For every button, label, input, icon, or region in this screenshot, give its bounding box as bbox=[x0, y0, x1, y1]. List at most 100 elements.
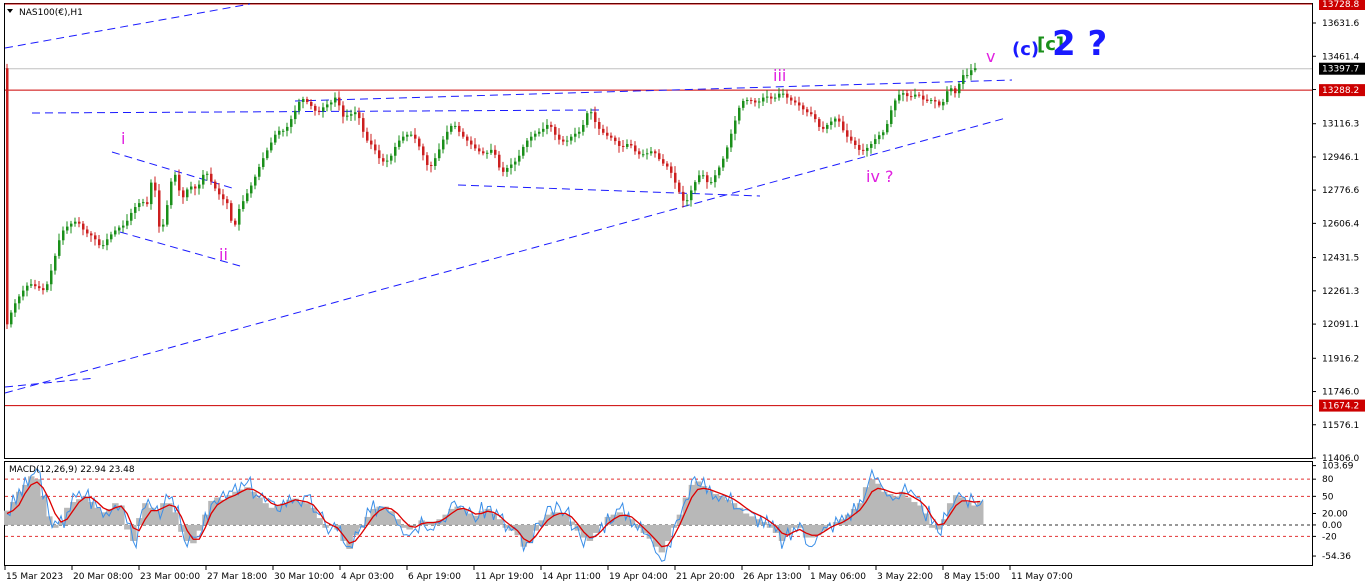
macd-hist-bar bbox=[496, 519, 504, 525]
wave-label-7: 2 ? bbox=[1052, 24, 1107, 64]
candle-body bbox=[774, 97, 777, 99]
candle-body bbox=[478, 148, 481, 152]
macd-hist-bar bbox=[904, 497, 912, 525]
macd-hist-bar bbox=[892, 496, 900, 525]
candle-body bbox=[154, 182, 157, 191]
macd-tick-label: -20 bbox=[1322, 532, 1337, 542]
candle-body bbox=[322, 107, 325, 112]
candle-body bbox=[486, 152, 489, 154]
candle-body bbox=[350, 114, 353, 116]
candle-body bbox=[118, 227, 121, 231]
candle-body bbox=[290, 119, 293, 127]
wave-label-3: iv ? bbox=[866, 167, 894, 186]
candle-body bbox=[918, 94, 921, 96]
candle-body bbox=[606, 132, 609, 136]
candle-body bbox=[690, 190, 693, 201]
candle-body bbox=[626, 144, 629, 147]
candle-body bbox=[54, 255, 57, 271]
candle-body bbox=[894, 100, 897, 111]
candle-body bbox=[650, 151, 653, 154]
candle-body bbox=[326, 104, 329, 108]
candle-body bbox=[702, 175, 705, 177]
candle-body bbox=[38, 286, 41, 289]
price-tick-label: 13116.3 bbox=[1322, 120, 1359, 130]
candle-body bbox=[470, 140, 473, 145]
macd-hist-bar bbox=[658, 524, 666, 553]
candle-body bbox=[402, 136, 405, 141]
price-tick-label: 12606.4 bbox=[1322, 219, 1359, 229]
price-marker-label: 13288.2 bbox=[1322, 86, 1359, 96]
candle-body bbox=[214, 181, 217, 189]
candle-body bbox=[750, 100, 753, 102]
candle-body bbox=[446, 131, 449, 140]
chart-window: 13631.613461.413291.213116.312946.112776… bbox=[0, 0, 1366, 588]
candle-body bbox=[382, 158, 385, 162]
time-tick-label: 27 Mar 18:00 bbox=[207, 572, 267, 582]
candle-body bbox=[482, 151, 485, 154]
candle-body bbox=[318, 110, 321, 112]
price-tick-label: 11916.2 bbox=[1322, 354, 1359, 364]
candle-body bbox=[30, 284, 33, 286]
candle-body bbox=[958, 83, 961, 94]
candle-body bbox=[686, 200, 689, 202]
candle-body bbox=[962, 75, 965, 84]
candle-body bbox=[14, 303, 17, 313]
time-tick-label: 20 Mar 08:00 bbox=[73, 572, 133, 582]
macd-hist-bar bbox=[190, 524, 197, 544]
candle-body bbox=[346, 115, 349, 117]
time-tick-label: 19 Apr 04:00 bbox=[609, 572, 668, 582]
candle-body bbox=[134, 207, 137, 213]
candle-body bbox=[178, 174, 181, 191]
candle-body bbox=[846, 130, 849, 137]
candle-body bbox=[926, 99, 929, 102]
candle-body bbox=[282, 130, 285, 132]
candle-body bbox=[758, 101, 761, 103]
candle-body bbox=[694, 182, 697, 191]
candle-body bbox=[822, 126, 825, 129]
candle-body bbox=[490, 149, 493, 153]
macd-hist-bar bbox=[928, 524, 936, 528]
candle-body bbox=[218, 188, 221, 195]
time-tick-label: 26 Apr 13:00 bbox=[743, 572, 802, 582]
candle-body bbox=[106, 239, 109, 246]
candle-body bbox=[234, 220, 237, 225]
candle-body bbox=[362, 118, 365, 132]
macd-hist-bar bbox=[910, 502, 918, 525]
price-tick-label: 12776.6 bbox=[1322, 186, 1359, 196]
candle-body bbox=[902, 93, 905, 95]
macd-hist-bar bbox=[568, 521, 576, 525]
time-tick-label: 14 Apr 11:00 bbox=[542, 572, 601, 582]
candle-body bbox=[466, 136, 469, 141]
candle-body bbox=[870, 144, 873, 148]
macd-hist-bar bbox=[88, 502, 95, 525]
candle-body bbox=[590, 112, 593, 114]
wave-label-0: i bbox=[121, 129, 125, 148]
candle-body bbox=[666, 163, 669, 167]
candle-body bbox=[630, 144, 633, 146]
candle-body bbox=[566, 140, 569, 142]
candle-body bbox=[170, 181, 173, 206]
candle-body bbox=[670, 166, 673, 173]
candle-body bbox=[810, 112, 813, 115]
candle-body bbox=[162, 224, 165, 227]
candle-body bbox=[830, 121, 833, 125]
candle-body bbox=[678, 182, 681, 192]
candle-body bbox=[6, 68, 9, 325]
candle-body bbox=[174, 174, 177, 182]
candle-body bbox=[778, 93, 781, 98]
price-tick-label: 12261.3 bbox=[1322, 287, 1359, 297]
time-tick-label: 30 Mar 10:00 bbox=[274, 572, 334, 582]
candle-body bbox=[238, 208, 241, 225]
candle-body bbox=[298, 101, 301, 111]
time-tick-label: 8 May 15:00 bbox=[944, 572, 1000, 582]
candle-body bbox=[698, 175, 701, 183]
candle-body bbox=[286, 126, 289, 131]
macd-hist-bar bbox=[880, 491, 888, 525]
candle-body bbox=[438, 149, 441, 159]
candle-body bbox=[610, 135, 613, 138]
candle-body bbox=[458, 125, 461, 132]
candle-body bbox=[206, 173, 209, 175]
candle-body bbox=[258, 166, 261, 177]
candle-body bbox=[10, 312, 13, 325]
candle-body bbox=[302, 99, 305, 102]
